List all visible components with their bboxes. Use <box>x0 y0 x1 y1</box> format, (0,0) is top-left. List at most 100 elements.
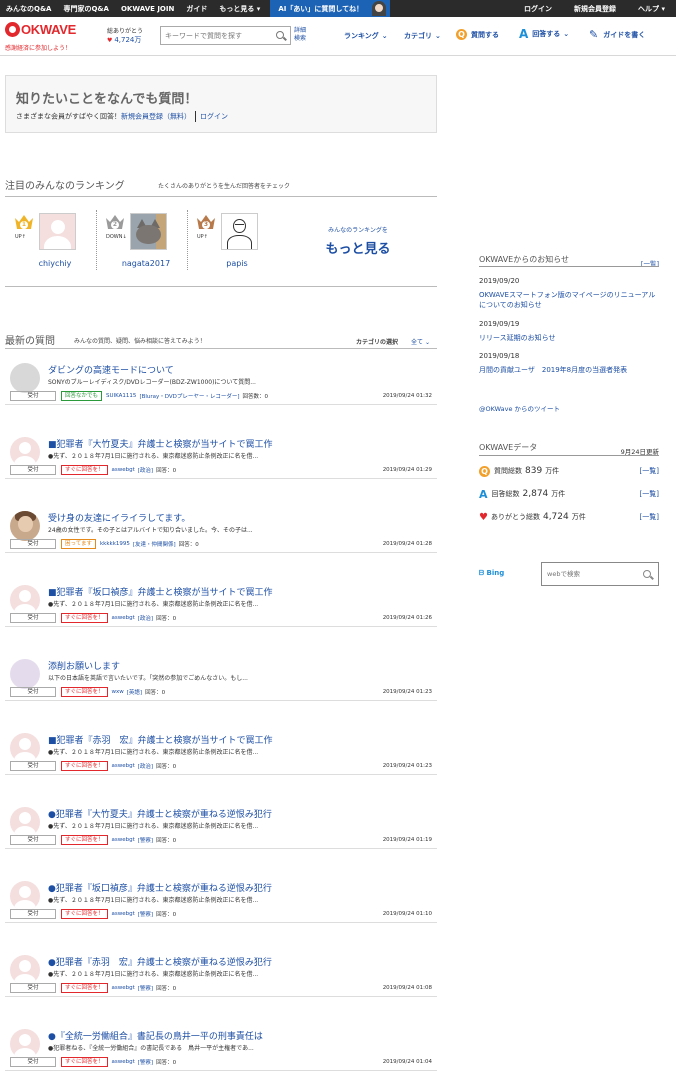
okwave-data-rule <box>479 455 659 456</box>
question-user-link[interactable]: SUIKA1115 <box>106 393 136 399</box>
topbar-help[interactable]: ヘルプ ▾ <box>627 4 676 14</box>
topbar-link-guide[interactable]: ガイド <box>180 4 213 14</box>
question-title-link[interactable]: ●『全統一労働組合』書記長の鳥井一平の刑事責任は <box>48 1029 263 1042</box>
news-item-link[interactable]: OKWAVEスマートフォン版のマイページのリニューアルについてのお知らせ <box>479 290 659 310</box>
question-title-link[interactable]: ■犯罪者『赤羽 宏』弁護士と検察が当サイトで罠工作 <box>48 733 273 746</box>
question-date: 2019/09/24 01:28 <box>382 541 432 547</box>
question-date: 2019/09/24 01:10 <box>382 911 432 917</box>
question-user-link[interactable]: aswebgt <box>112 985 135 991</box>
avatar[interactable] <box>10 807 40 837</box>
question-date: 2019/09/24 01:04 <box>382 1059 432 1065</box>
avatar[interactable] <box>10 511 40 541</box>
question-category-link[interactable]: [政治] <box>138 762 153 770</box>
question-user-link[interactable]: aswebgt <box>112 467 135 473</box>
ranking-item[interactable]: 1 UP↑ chiychiy <box>15 211 95 271</box>
avatar[interactable] <box>10 659 40 689</box>
twitter-link[interactable]: @OKWave からのツイート <box>479 404 659 414</box>
crown-gold-icon: 1 <box>15 215 33 229</box>
site-header: OKWAVE 感謝経済に参加しよう！ 総ありがとう ♥ 4,724万 詳細 検索… <box>0 17 676 56</box>
avatar[interactable] <box>10 881 40 911</box>
stat-answers: A 回答総数 2,874 万件 [一覧] <box>479 487 659 501</box>
question-title-link[interactable]: ダビングの高速モードについて <box>48 363 174 376</box>
ranking-bottom-rule <box>5 286 437 287</box>
ranking-user-name[interactable]: nagata2017 <box>106 259 186 268</box>
question-title-link[interactable]: ●犯罪者『大竹夏夫』弁護士と検察が重ねる逆恨み犯行 <box>48 807 272 820</box>
question-user-link[interactable]: kkkkk1995 <box>100 541 130 547</box>
question-category-link[interactable]: [警察] <box>138 1058 153 1066</box>
hero-lead: さまざまな会員がすばやく回答！新規会員登録（無料） ログイン <box>16 111 228 122</box>
stat-list-link[interactable]: [一覧] <box>640 466 659 476</box>
topbar-link-qa[interactable]: みんなのQ&A <box>0 4 57 14</box>
question-user-link[interactable]: aswebgt <box>112 837 135 843</box>
question-user-link[interactable]: aswebgt <box>112 763 135 769</box>
okwave-logo[interactable]: OKWAVE <box>5 22 76 37</box>
urgency-tag: 回答なかでも <box>61 391 103 401</box>
question-title-link[interactable]: ■犯罪者『大竹夏夫』弁護士と検察が当サイトで罠工作 <box>48 437 273 450</box>
nav-ranking[interactable]: ランキング ⌄ <box>344 31 388 41</box>
hero-register-link[interactable]: 新規会員登録（無料） <box>121 113 191 121</box>
question-category-link[interactable]: [警察] <box>138 836 153 844</box>
avatar[interactable] <box>130 213 167 250</box>
question-user-link[interactable]: aswebgt <box>112 911 135 917</box>
total-thanks: 総ありがとう ♥ 4,724万 <box>107 28 144 44</box>
web-search-input[interactable] <box>542 563 638 585</box>
avatar[interactable] <box>221 213 258 250</box>
question-title-link[interactable]: ●犯罪者『赤羽 宏』弁護士と検察が重ねる逆恨み犯行 <box>48 955 272 968</box>
question-user-link[interactable]: aswebgt <box>112 615 135 621</box>
nav-ask[interactable]: Q 質問する <box>456 29 499 40</box>
answer-count: 回答：0 <box>156 986 177 992</box>
avatar[interactable] <box>10 585 40 615</box>
search-icon[interactable] <box>643 570 651 578</box>
search-icon[interactable] <box>276 31 284 39</box>
avatar[interactable] <box>10 1029 40 1059</box>
topbar-login[interactable]: ログイン <box>513 4 563 14</box>
ranking-item[interactable]: 2 DOWN↓ nagata2017 <box>106 211 186 271</box>
nav-category[interactable]: カテゴリ ⌄ <box>404 31 441 41</box>
stat-list-link[interactable]: [一覧] <box>640 512 659 522</box>
search-input[interactable] <box>161 27 271 44</box>
nav-answer[interactable]: A 回答する ⌄ <box>519 27 569 41</box>
avatar[interactable] <box>39 213 76 250</box>
category-select[interactable]: 全て ⌄ <box>411 337 430 346</box>
status-badge: 受付 <box>10 613 56 623</box>
question-category-link[interactable]: [警察] <box>138 984 153 992</box>
question-title-link[interactable]: ■犯罪者『坂口禎彦』弁護士と検察が当サイトで罠工作 <box>48 585 273 598</box>
question-category-link[interactable]: [政治] <box>138 614 153 622</box>
avatar[interactable] <box>10 437 40 467</box>
question-category-link[interactable]: [警察] <box>138 910 153 918</box>
ranking-item[interactable]: 3 UP↑ papis <box>197 211 277 271</box>
ranking-more-link[interactable]: みんなのランキングを もっと見る <box>318 225 398 257</box>
status-badge: 受付 <box>10 835 56 845</box>
topbar-link-join[interactable]: OKWAVE JOIN <box>115 5 180 13</box>
ranking-user-name[interactable]: chiychiy <box>15 259 95 268</box>
question-title-link[interactable]: 受け身の友達にイライラしてます。 <box>48 511 190 524</box>
question-category-link[interactable]: [Bluray・DVDプレーヤー・レコーダー] <box>139 392 239 400</box>
nav-write-guide[interactable]: ✎ ガイドを書く <box>589 28 645 41</box>
question-category-link[interactable]: [友達・仲間関係] <box>133 540 176 548</box>
urgency-tag: すぐに回答を！ <box>61 1057 108 1067</box>
topbar-link-more[interactable]: もっと見る ▾ <box>213 4 266 14</box>
avatar[interactable] <box>10 363 40 393</box>
ai-chat-button[interactable]: AI「あい」に質問してね！ <box>270 0 391 17</box>
advanced-search-link[interactable]: 詳細 検索 <box>294 27 306 43</box>
hero-login-link[interactable]: ログイン <box>200 113 228 121</box>
news-item-link[interactable]: リリース延期のお知らせ <box>479 333 659 343</box>
news-item-link[interactable]: 月間の貢献ユーザ 2019年8月度の当選者発表 <box>479 365 659 375</box>
avatar[interactable] <box>10 955 40 985</box>
avatar[interactable] <box>10 733 40 763</box>
ranking-user-name[interactable]: papis <box>197 259 277 268</box>
question-category-link[interactable]: [英語] <box>127 688 142 696</box>
question-title-link[interactable]: 添削お願いします <box>48 659 120 672</box>
divider <box>96 210 97 270</box>
question-date: 2019/09/24 01:32 <box>382 393 432 399</box>
rank-trend: UP↑ <box>15 234 26 240</box>
topbar-register[interactable]: 新規会員登録 <box>563 4 627 14</box>
question-user-link[interactable]: aswebgt <box>112 1059 135 1065</box>
stat-list-link[interactable]: [一覧] <box>640 489 659 499</box>
question-category-link[interactable]: [政治] <box>138 466 153 474</box>
question-title-link[interactable]: ●犯罪者『坂口禎彦』弁護士と検察が重ねる逆恨み犯行 <box>48 881 272 894</box>
question-row: ●犯罪者『赤羽 宏』弁護士と検察が重ねる逆恨み犯行 ●先ず、２０１８年7月1日に施… <box>5 955 437 1015</box>
topbar-link-expert[interactable]: 専門家のQ&A <box>57 4 114 14</box>
latest-subtitle: みんなの質問、疑問、悩み相談に答えてみよう！ <box>74 338 206 345</box>
question-user-link[interactable]: wxw <box>112 689 124 695</box>
